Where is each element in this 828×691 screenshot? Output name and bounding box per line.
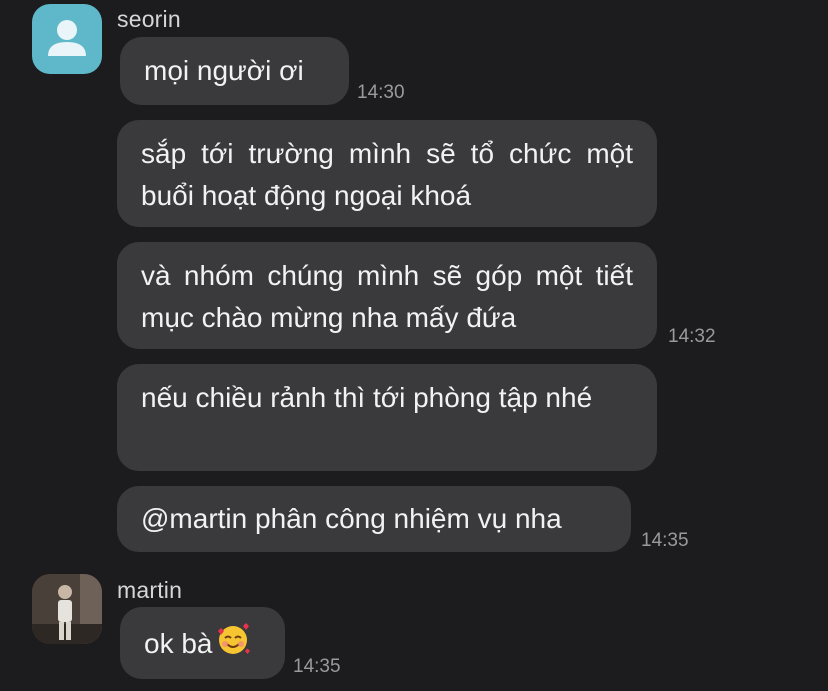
user-silhouette-icon xyxy=(48,20,86,56)
avatar-martin[interactable] xyxy=(32,574,102,644)
message-bubble[interactable]: và nhóm chúng mình sẽ góp một tiết mục c… xyxy=(117,242,657,349)
message-bubble[interactable]: mọi người ơi xyxy=(120,37,349,105)
sender-name: martin xyxy=(117,577,183,603)
message-bubble[interactable]: sắp tới trường mình sẽ tổ chức một buổi … xyxy=(117,120,657,227)
message-text: ok bà xyxy=(144,628,213,659)
message-time: 14:32 xyxy=(668,326,716,347)
message-bubble[interactable]: @martin phân công nhiệm vụ nha xyxy=(117,486,631,552)
message-bubble[interactable]: nếu chiều rảnh thì tới phòng tập nhé xyxy=(117,364,657,471)
sender-name: seorin xyxy=(117,6,181,32)
profile-photo xyxy=(32,574,102,644)
avatar-seorin[interactable] xyxy=(32,4,102,74)
smiling-face-with-hearts-icon xyxy=(215,621,251,669)
message-bubble[interactable]: ok bà xyxy=(120,607,285,679)
message-time: 14:35 xyxy=(641,530,689,551)
message-time: 14:30 xyxy=(357,82,405,103)
message-time: 14:35 xyxy=(293,656,341,677)
